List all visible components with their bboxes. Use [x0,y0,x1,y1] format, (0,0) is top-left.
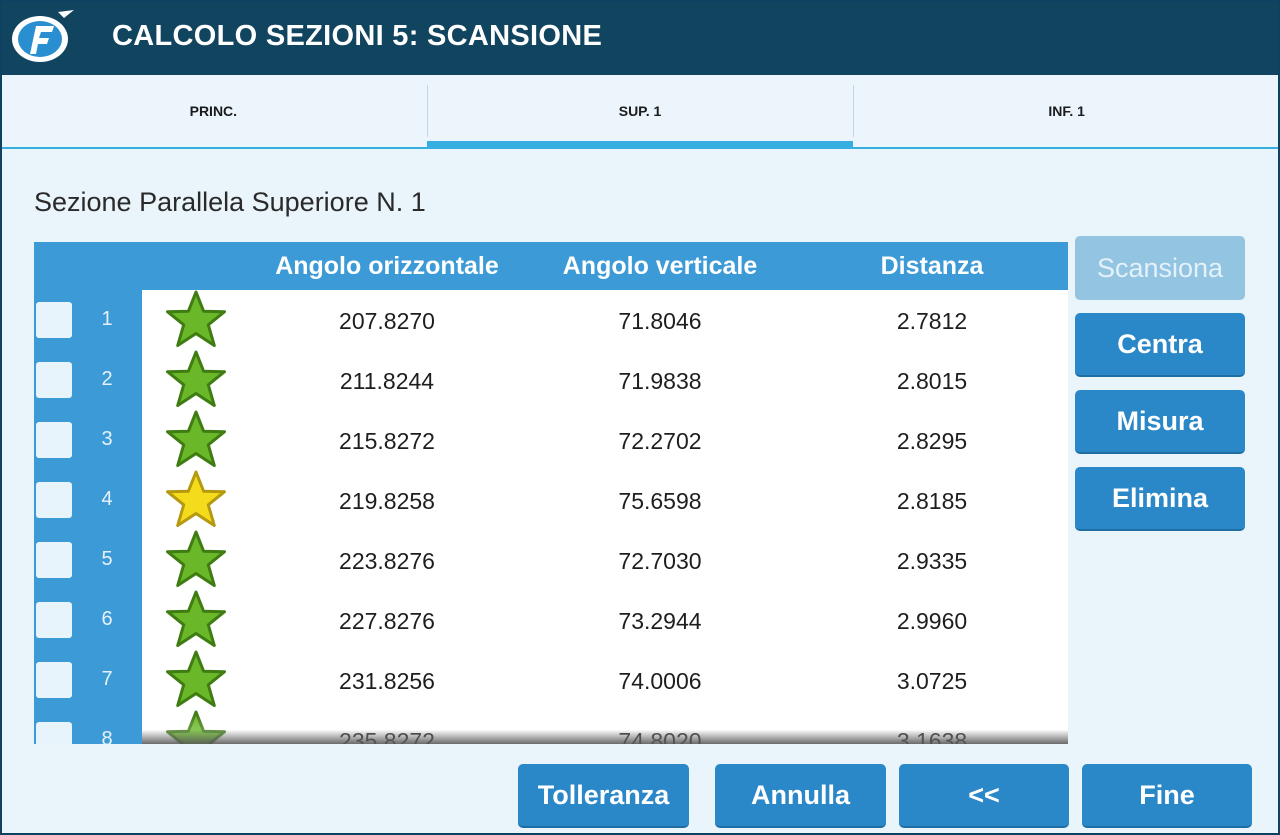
column-header-angolo-orizzontale: Angolo orizzontale [275,252,499,280]
cell-distanza: 2.7812 [896,308,968,334]
row-checkbox[interactable] [36,482,72,518]
cell-angolo-orizzontale: 215.8272 [339,428,435,454]
cell-distanza: 2.8015 [896,368,968,394]
scan-table[interactable]: Angolo orizzontale Angolo verticale Dist… [34,242,1068,744]
cell-angolo-verticale: 75.6598 [618,488,702,514]
green-star-icon [166,410,226,467]
table-row[interactable]: 5 223.8276 72.7030 2.9335 [34,530,1068,590]
table-row[interactable]: 4 219.8258 75.6598 2.8185 [34,470,1068,530]
green-star-icon [166,530,226,587]
row-checkbox[interactable] [36,302,72,338]
table-row[interactable]: 8 235.8272 74.8020 3.1638 [34,710,1068,744]
row-number: 8 [101,728,113,744]
cell-angolo-verticale: 72.7030 [618,548,702,574]
row-number: 1 [101,308,113,330]
app-logo-icon [12,10,74,62]
column-header-angolo-verticale: Angolo verticale [562,252,758,280]
cell-angolo-verticale: 74.0006 [618,668,702,694]
row-number: 3 [101,428,113,450]
green-star-icon [166,350,226,407]
cell-angolo-verticale: 71.8046 [618,308,702,334]
centra-button[interactable]: Centra [1075,313,1245,377]
row-checkbox[interactable] [36,422,72,458]
row-checkbox[interactable] [36,602,72,638]
row-number: 5 [101,548,113,570]
tolleranza-button[interactable]: Tolleranza [518,764,689,828]
back-button[interactable]: << [899,764,1069,828]
cell-angolo-orizzontale: 227.8276 [339,608,435,634]
elimina-button[interactable]: Elimina [1075,467,1245,531]
green-star-icon [166,590,226,647]
table-row[interactable]: 3 215.8272 72.2702 2.8295 [34,410,1068,470]
tab-sup-1[interactable]: SUP. 1 [426,75,854,149]
row-checkbox[interactable] [36,722,72,744]
cell-angolo-orizzontale: 219.8258 [339,488,435,514]
table-row[interactable]: 7 231.8256 74.0006 3.0725 [34,650,1068,710]
annulla-button[interactable]: Annulla [715,764,886,828]
fine-button[interactable]: Fine [1082,764,1252,828]
table-row[interactable]: 1 207.8270 71.8046 2.7812 [34,290,1068,350]
cell-angolo-orizzontale: 211.8244 [339,368,435,394]
table-row[interactable]: 2 211.8244 71.9838 2.8015 [34,350,1068,410]
cell-distanza: 2.9335 [896,548,968,574]
row-number: 2 [101,368,113,390]
column-header-distanza: Distanza [880,252,984,280]
row-number: 4 [101,488,113,510]
row-checkbox[interactable] [36,362,72,398]
tab-bar: PRINC. SUP. 1 INF. 1 [0,75,1280,149]
misura-button[interactable]: Misura [1075,390,1245,454]
green-star-icon [166,650,226,707]
tab-inf-1[interactable]: INF. 1 [853,75,1280,147]
green-star-icon [166,710,226,744]
cell-angolo-verticale: 74.8020 [618,728,702,744]
scansiona-button[interactable]: Scansiona [1075,236,1245,300]
cell-angolo-verticale: 72.2702 [618,428,702,454]
table-header: Angolo orizzontale Angolo verticale Dist… [34,242,1068,290]
row-number: 7 [101,668,113,690]
cell-angolo-orizzontale: 231.8256 [339,668,435,694]
cell-angolo-orizzontale: 235.8272 [339,728,435,744]
row-checkbox[interactable] [36,542,72,578]
cell-distanza: 2.8295 [896,428,968,454]
tab-princ[interactable]: PRINC. [0,75,427,147]
cell-angolo-orizzontale: 207.8270 [339,308,435,334]
page-title: CALCOLO SEZIONI 5: SCANSIONE [112,20,603,52]
yellow-star-icon [166,470,226,527]
row-checkbox[interactable] [36,662,72,698]
cell-distanza: 3.1638 [896,728,968,744]
cell-angolo-verticale: 71.9838 [618,368,702,394]
table-row[interactable]: 6 227.8276 73.2944 2.9960 [34,590,1068,650]
cell-distanza: 2.8185 [896,488,968,514]
cell-angolo-verticale: 73.2944 [618,608,702,634]
green-star-icon [166,290,226,347]
section-title: Sezione Parallela Superiore N. 1 [34,187,426,217]
cell-distanza: 3.0725 [896,668,968,694]
row-number: 6 [101,608,113,630]
cell-distanza: 2.9960 [896,608,968,634]
app-header: CALCOLO SEZIONI 5: SCANSIONE [0,0,1280,75]
cell-angolo-orizzontale: 223.8276 [339,548,435,574]
